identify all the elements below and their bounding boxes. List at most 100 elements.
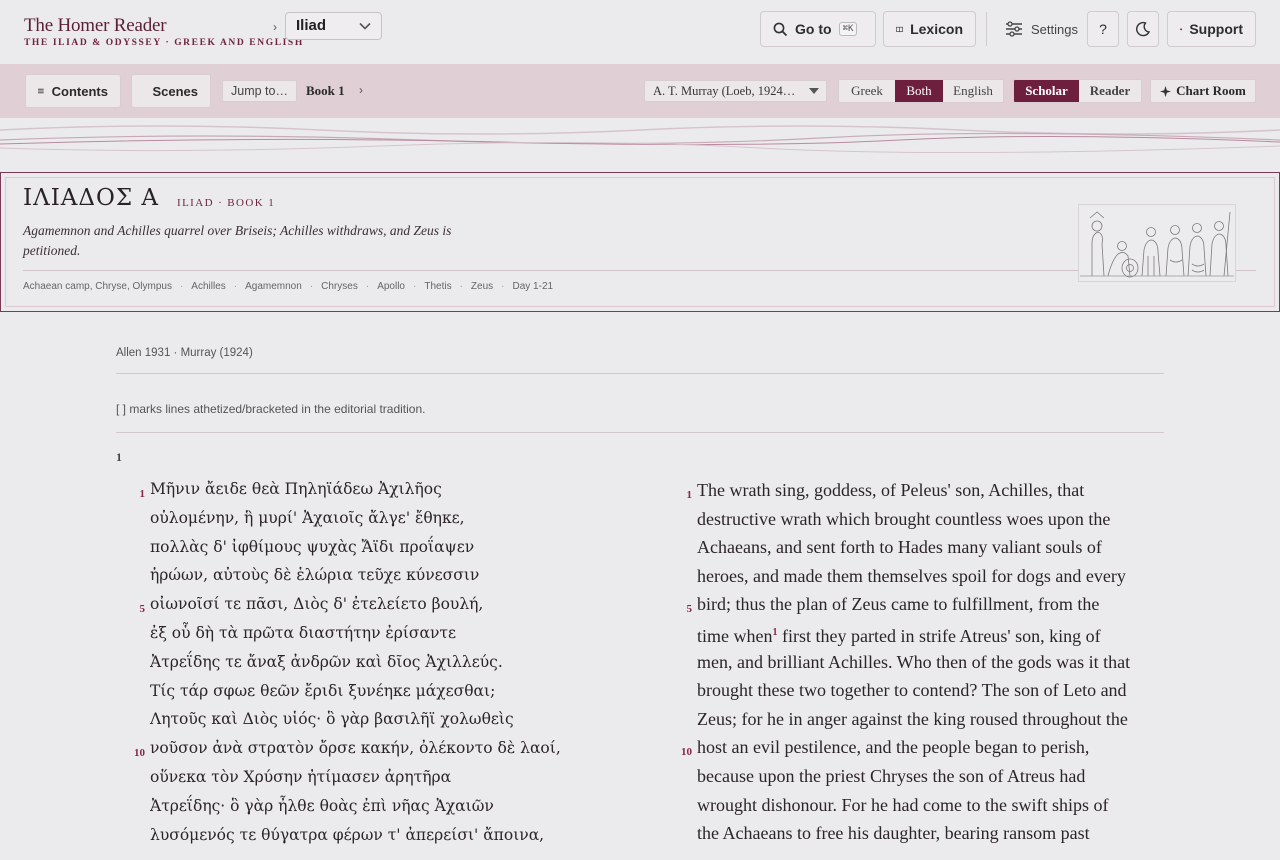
view-scholar[interactable]: Scholar: [1014, 80, 1079, 102]
settings-button[interactable]: Settings: [1005, 11, 1078, 47]
heart-icon: [1180, 28, 1183, 30]
english-line-text: destructive wrath which brought countles…: [697, 508, 1111, 529]
edition-info: Allen 1931 · Murray (1924): [116, 347, 253, 359]
line-number: 5: [139, 603, 146, 616]
english-line[interactable]: heroes, and made them themselves spoil f…: [677, 563, 1167, 592]
greek-line-text: λυσόμενός τε θύγατρα φέρων τ' ἀπερείσι' …: [150, 825, 545, 844]
greek-line[interactable]: οὕνεκα τὸν Χρύσην ἠτίμασεν ἀρητῆρα: [130, 765, 590, 794]
lexicon-label: Lexicon: [910, 21, 963, 37]
tag-agamemnon[interactable]: Agamemnon: [245, 281, 302, 292]
english-line-text: brought these two together to contend? T…: [697, 680, 1127, 701]
greek-line[interactable]: Τίς τάρ σφωε θεῶν ἔριδι ξυνέηκε μάχεσθαι…: [130, 679, 590, 708]
translation-select[interactable]: A. T. Murray (Loeb, 1924…: [644, 80, 827, 102]
book-icon: [896, 26, 903, 32]
english-line-text: bird; thus the plan of Zeus came to fulf…: [697, 594, 1100, 615]
tag-achilles[interactable]: Achilles: [191, 281, 225, 292]
editorial-note: [ ] marks lines athetized/bracketed in t…: [116, 402, 426, 416]
greek-line[interactable]: 1 Μῆνιν ἄειδε θεὰ Πηληϊάδεω Ἀχιλῆος: [130, 477, 590, 506]
greek-line[interactable]: ἐξ οὗ δὴ τὰ πρῶτα διαστήτην ἐρίσαντε: [130, 621, 590, 650]
tag-zeus[interactable]: Zeus: [471, 281, 493, 292]
greek-line-text: Ἀτρεΐδης τε ἄναξ ἀνδρῶν καὶ δῖος Ἀχιλλεύ…: [150, 652, 503, 671]
brand-title[interactable]: The Homer Reader: [24, 15, 304, 37]
greek-line-text: οὐλομένην, ἣ μυρί' Ἀχαιοῖς ἄλγε' ἔθηκε,: [150, 508, 465, 527]
greek-line-text: ἡρώων, αὐτοὺς δὲ ἑλώρια τεῦχε κύνεσσιν: [150, 566, 480, 585]
language-both[interactable]: Both: [895, 80, 943, 102]
english-line[interactable]: brought these two together to contend? T…: [677, 677, 1167, 706]
language-toggle: Greek Both English: [838, 79, 1004, 103]
english-line[interactable]: 10 host an evil pestilence, and the peopl…: [677, 734, 1167, 763]
scenes-button[interactable]: Scenes: [131, 74, 211, 108]
english-line[interactable]: Zeus; for he in anger against the king r…: [677, 706, 1167, 735]
greek-line[interactable]: Ἀτρεΐδης· ὃ γὰρ ἦλθε θοὰς ἐπὶ νῆας Ἀχαιῶ…: [130, 794, 590, 823]
view-reader[interactable]: Reader: [1079, 80, 1141, 102]
english-line-text: Achaeans, and sent forth to Hades many v…: [697, 537, 1102, 558]
english-line[interactable]: 1 The wrath sing, goddess, of Peleus' son…: [677, 477, 1167, 506]
support-label: Support: [1189, 21, 1243, 37]
english-line[interactable]: destructive wrath which brought countles…: [677, 506, 1167, 535]
tag-thetis[interactable]: Thetis: [424, 281, 451, 292]
help-button[interactable]: ?: [1087, 11, 1119, 47]
tag-place[interactable]: Achaean camp, Chryse, Olympus: [23, 281, 172, 292]
greek-line[interactable]: Λητοῦς καὶ Διὸς υἱός· ὃ γὰρ βασιλῆϊ χολω…: [130, 707, 590, 736]
jump-to-button[interactable]: Jump to…: [222, 80, 297, 102]
divider: [116, 373, 1164, 374]
greek-line[interactable]: 10 νοῦσον ἀνὰ στρατὸν ὄρσε κακήν, ὀλέκοντ…: [130, 736, 590, 765]
chart-room-button[interactable]: Chart Room: [1150, 79, 1256, 103]
line-number: 10: [681, 746, 692, 759]
settings-label: Settings: [1031, 21, 1078, 37]
english-line[interactable]: Achaeans, and sent forth to Hades many v…: [677, 534, 1167, 563]
book-greek-title: ΙΛΙΑΔΟΣ Α: [23, 185, 160, 211]
divider: [116, 432, 1164, 433]
english-line[interactable]: men, and brilliant Achilles. Who then of…: [677, 649, 1167, 678]
english-text-column: 1 The wrath sing, goddess, of Peleus' son…: [677, 477, 1167, 849]
tag-days[interactable]: Day 1-21: [513, 281, 554, 292]
moon-icon: [1136, 21, 1151, 37]
sliders-icon: [1006, 21, 1022, 37]
support-button[interactable]: Support: [1167, 11, 1256, 47]
section-number: 1: [116, 450, 122, 464]
greek-line[interactable]: 5 οἰωνοῖσί τε πᾶσι, Διὸς δ' ἐτελείετο βου…: [130, 592, 590, 621]
greek-line-text: οἰωνοῖσί τε πᾶσι, Διὸς δ' ἐτελείετο βουλ…: [150, 595, 484, 614]
greek-line-text: οὕνεκα τὸν Χρύσην ἠτίμασεν ἀρητῆρα: [150, 767, 452, 786]
greek-line[interactable]: ἡρώων, αὐτοὺς δὲ ἑλώρια τεῦχε κύνεσσιν: [130, 563, 590, 592]
english-line-text: Zeus; for he in anger against the king r…: [697, 708, 1128, 729]
greek-line-text: νοῦσον ἀνὰ στρατὸν ὄρσε κακήν, ὀλέκοντο …: [150, 739, 561, 758]
line-number: 10: [134, 747, 145, 760]
english-line-text: The wrath sing, goddess, of Peleus' son,…: [697, 480, 1085, 500]
decorative-wave-divider: [0, 125, 1280, 154]
breadcrumb-separator: ›: [273, 20, 277, 34]
search-icon: [773, 22, 788, 36]
greek-line[interactable]: οὐλομένην, ἣ μυρί' Ἀχαιοῖς ἄλγε' ἔθηκε,: [130, 506, 590, 535]
english-line[interactable]: because upon the priest Chryses the son …: [677, 763, 1167, 792]
frieze-illustration: [1078, 204, 1236, 282]
goto-label: Go to: [795, 21, 832, 37]
english-line[interactable]: 5 bird; thus the plan of Zeus came to ful…: [677, 591, 1167, 620]
english-line-text: time when: [697, 625, 773, 646]
brand[interactable]: The Homer Reader THE ILIAD & ODYSSEY · G…: [24, 15, 304, 48]
english-line[interactable]: the Achaeans to free his daughter, beari…: [677, 820, 1167, 849]
tag-apollo[interactable]: Apollo: [377, 281, 405, 292]
current-book-label[interactable]: Book 1: [306, 83, 345, 99]
lexicon-button[interactable]: Lexicon: [883, 11, 976, 47]
language-greek[interactable]: Greek: [839, 80, 895, 102]
goto-button[interactable]: Go to ⌘K: [760, 11, 876, 47]
theme-toggle-button[interactable]: [1127, 11, 1159, 47]
next-book-arrow[interactable]: ›: [359, 83, 363, 97]
book-summary: Agamemnon and Achilles quarrel over Bris…: [23, 223, 452, 258]
english-line-text: because upon the priest Chryses the son …: [697, 765, 1086, 786]
english-line-text-cont: first they parted in strife Atreus' son,…: [777, 625, 1101, 646]
goto-shortcut: ⌘K: [838, 22, 858, 36]
greek-text-column: 1 Μῆνιν ἄειδε θεὰ Πηληϊάδεω Ἀχιλῆος οὐλομ…: [130, 477, 590, 851]
language-english[interactable]: English: [943, 80, 1003, 102]
toolbar-divider: [986, 12, 987, 46]
english-line[interactable]: wrought dishonour. For he had come to th…: [677, 792, 1167, 821]
star-icon: [1160, 85, 1172, 97]
greek-line[interactable]: πολλὰς δ' ἰφθίμους ψυχὰς Ἄϊδι προΐαψεν: [130, 535, 590, 564]
help-label: ?: [1099, 21, 1107, 37]
greek-line[interactable]: λυσόμενός τε θύγατρα φέρων τ' ἀπερείσι' …: [130, 823, 590, 852]
contents-button[interactable]: Contents: [25, 74, 121, 108]
tag-chryses[interactable]: Chryses: [321, 281, 358, 292]
greek-line[interactable]: Ἀτρεΐδης τε ἄναξ ἀνδρῶν καὶ δῖος Ἀχιλλεύ…: [130, 650, 590, 679]
english-line[interactable]: time when1 first they parted in strife A…: [677, 620, 1167, 649]
work-select[interactable]: Iliad: [285, 12, 382, 40]
